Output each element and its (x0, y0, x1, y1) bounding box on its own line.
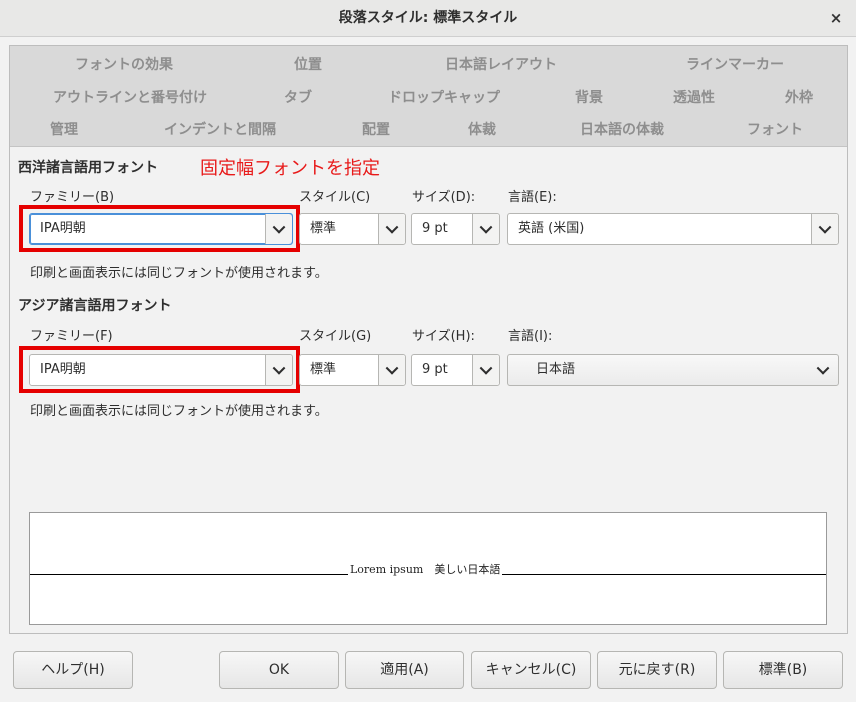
western-family-combo[interactable]: IPA明朝 (29, 213, 293, 245)
tab-tabs[interactable]: タブ (284, 87, 312, 107)
cancel-button[interactable]: キャンセル(C) (471, 651, 591, 689)
tab-font-effects[interactable]: フォントの効果 (75, 54, 173, 74)
western-style-label: スタイル(C) (299, 190, 371, 205)
standard-button[interactable]: 標準(B) (723, 651, 843, 689)
asian-style-label: スタイル(G) (299, 329, 372, 344)
tab-text-flow[interactable]: 体裁 (468, 119, 496, 139)
tab-asian-typography[interactable]: 日本語の体裁 (580, 119, 664, 139)
asian-note: 印刷と画面表示には同じフォントが使用されます。 (30, 404, 328, 419)
asian-family-value: IPA明朝 (40, 362, 86, 377)
western-style-dropdown[interactable] (378, 214, 405, 244)
chevron-down-icon (818, 220, 832, 234)
tab-drop-caps[interactable]: ドロップキャップ (388, 87, 500, 107)
asian-size-dropdown[interactable] (472, 355, 499, 385)
chevron-down-icon (272, 361, 286, 375)
western-style-value: 標準 (310, 221, 337, 236)
close-icon[interactable]: × (826, 8, 846, 28)
western-family-value: IPA明朝 (40, 221, 86, 236)
asian-family-dropdown[interactable] (265, 355, 292, 385)
tab-alignment[interactable]: 配置 (362, 119, 390, 139)
asian-style-combo[interactable]: 標準 (299, 354, 406, 386)
western-size-dropdown[interactable] (472, 214, 499, 244)
tab-outline-numbering[interactable]: アウトラインと番号付け (53, 87, 207, 107)
chevron-down-icon (385, 220, 399, 234)
asian-family-combo[interactable]: IPA明朝 (29, 354, 293, 386)
chevron-down-icon (479, 220, 493, 234)
asian-style-value: 標準 (310, 362, 337, 377)
tab-bar: フォントの効果 位置 日本語レイアウト ラインマーカー アウトラインと番号付け … (10, 46, 847, 147)
title-bar: 段落スタイル: 標準スタイル × (0, 0, 856, 37)
tab-position[interactable]: 位置 (294, 54, 322, 74)
window-title: 段落スタイル: 標準スタイル (338, 10, 518, 26)
font-tab-content: 西洋諸言語用フォント 固定幅フォントを指定 ファミリー(B) スタイル(C) サ… (10, 147, 847, 633)
dialog-frame: フォントの効果 位置 日本語レイアウト ラインマーカー アウトラインと番号付け … (9, 45, 848, 634)
tab-transparency[interactable]: 透過性 (673, 87, 715, 107)
asian-size-label: サイズ(H): (412, 329, 475, 344)
tab-organizer[interactable]: 管理 (50, 119, 78, 139)
western-size-value: 9 pt (422, 221, 448, 236)
asian-size-combo[interactable]: 9 pt (411, 354, 500, 386)
western-language-value: 英語 (米国) (518, 221, 585, 236)
reset-button[interactable]: 元に戻す(R) (597, 651, 717, 689)
tab-font[interactable]: フォント (747, 119, 803, 139)
asian-size-value: 9 pt (422, 362, 448, 377)
western-family-dropdown[interactable] (265, 214, 292, 244)
apply-button[interactable]: 適用(A) (345, 651, 464, 689)
western-language-combo[interactable]: 英語 (米国) (507, 213, 839, 245)
tab-indents-spacing[interactable]: インデントと間隔 (164, 119, 276, 139)
western-note: 印刷と画面表示には同じフォントが使用されます。 (30, 266, 328, 281)
tab-asian-layout[interactable]: 日本語レイアウト (445, 54, 557, 74)
western-language-dropdown[interactable] (811, 214, 838, 244)
asian-family-label: ファミリー(F) (30, 329, 113, 344)
western-family-label: ファミリー(B) (30, 190, 115, 205)
tab-highlighting[interactable]: ラインマーカー (686, 54, 784, 74)
asian-language-value: 日本語 (536, 362, 576, 377)
annotation-text: 固定幅フォントを指定 (200, 158, 380, 179)
asian-style-dropdown[interactable] (378, 355, 405, 385)
font-preview: Lorem ipsum 美しい日本語 (29, 512, 827, 625)
chevron-down-icon (385, 361, 399, 375)
asian-language-select[interactable]: 日本語 (507, 354, 839, 386)
tab-borders[interactable]: 外枠 (785, 87, 813, 107)
western-language-label: 言語(E): (508, 190, 557, 205)
western-style-combo[interactable]: 標準 (299, 213, 406, 245)
tab-area[interactable]: 背景 (575, 87, 603, 107)
chevron-down-icon (816, 361, 830, 375)
preview-text: Lorem ipsum 美しい日本語 (348, 561, 503, 577)
chevron-down-icon (272, 220, 286, 234)
western-size-label: サイズ(D): (412, 190, 476, 205)
asian-language-label: 言語(I): (508, 329, 553, 344)
chevron-down-icon (479, 361, 493, 375)
help-button[interactable]: ヘルプ(H) (13, 651, 133, 689)
western-size-combo[interactable]: 9 pt (411, 213, 500, 245)
asian-section-title: アジア諸言語用フォント (18, 298, 172, 314)
western-section-title: 西洋諸言語用フォント (18, 160, 158, 176)
ok-button[interactable]: OK (219, 651, 339, 689)
